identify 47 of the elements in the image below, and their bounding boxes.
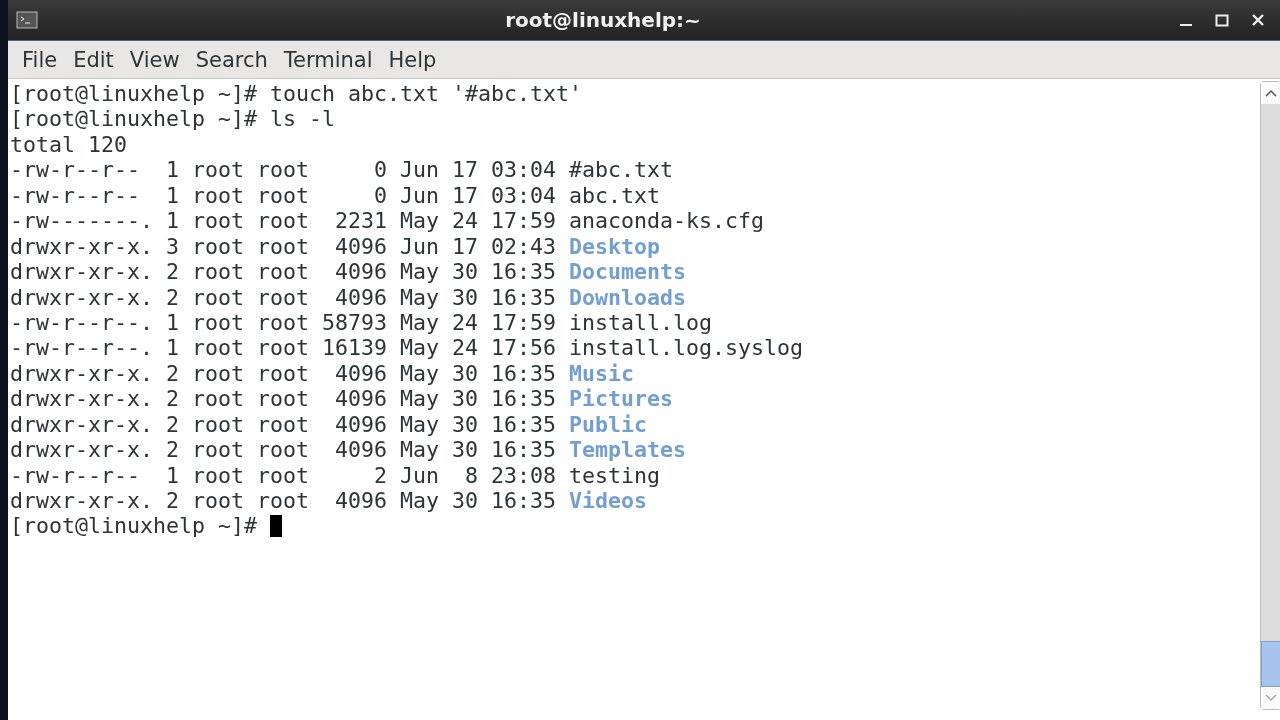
terminal-line: [root@linuxhelp ~]# touch abc.txt '#abc.txt' (10, 81, 583, 106)
menu-item[interactable]: File (14, 47, 66, 72)
menu-item[interactable]: Terminal (275, 47, 381, 72)
file-name: #abc.txt (569, 157, 674, 183)
cursor (270, 515, 282, 538)
file-info: -rw-------. 1 root root 2231 May 24 17:59 (10, 208, 557, 234)
file-info: -rw-r--r--. 1 root root 58793 May 24 17:59 (10, 309, 557, 335)
window-title: root@linuxhelp:~ (504, 8, 702, 32)
file-name: testing (569, 462, 661, 488)
file-info: -rw-r--r-- 1 root root 0 Jun 17 03:04 (10, 157, 557, 183)
file-info: -rw-r--r--. 1 root root 16139 May 24 17:56 (10, 335, 557, 361)
directory-name: Public (569, 411, 648, 437)
file-info: drwxr-xr-x. 2 root root 4096 May 30 16:35 (10, 411, 557, 437)
file-info: drwxr-xr-x. 2 root root 4096 May 30 16:35 (10, 488, 557, 513)
file-info: drwxr-xr-x. 2 root root 4096 May 30 16:35 (10, 284, 557, 310)
file-name: install.log.syslog (569, 335, 804, 361)
menu-item[interactable]: Edit (65, 47, 122, 72)
directory-name: Desktop (569, 233, 661, 259)
menu-item[interactable]: View (121, 47, 188, 72)
directory-name: Pictures (569, 386, 674, 412)
file-info: drwxr-xr-x. 2 root root 4096 May 30 16:35 (10, 360, 557, 386)
terminal-line: total 120 (10, 131, 127, 157)
scroll-up-icon[interactable] (1265, 89, 1277, 97)
terminal-line: [root@linuxhelp ~]# ls -l (10, 106, 335, 132)
directory-name: Templates (569, 437, 687, 463)
directory-name: Music (569, 360, 635, 386)
file-name: abc.txt (569, 182, 661, 208)
minimize-icon (1180, 24, 1192, 26)
terminal-icon (16, 11, 38, 29)
file-info: drwxr-xr-x. 3 root root 4096 Jun 17 02:43 (10, 233, 557, 259)
file-name: anaconda-ks.cfg (569, 208, 765, 234)
file-info: drwxr-xr-x. 2 root root 4096 May 30 16:35 (10, 437, 557, 463)
directory-name: Downloads (569, 284, 687, 310)
file-name: install.log (569, 309, 713, 335)
directory-name: Videos (569, 488, 648, 513)
menu-item[interactable]: Help (380, 47, 445, 72)
prompt: [root@linuxhelp ~]# (10, 513, 258, 539)
file-info: drwxr-xr-x. 2 root root 4096 May 30 16:35 (10, 386, 557, 412)
menu-item[interactable]: Search (187, 47, 276, 72)
file-info: -rw-r--r-- 1 root root 2 Jun 8 23:08 (10, 462, 557, 488)
file-info: drwxr-xr-x. 2 root root 4096 May 30 16:35 (10, 259, 557, 285)
file-info: -rw-r--r-- 1 root root 0 Jun 17 03:04 (10, 182, 557, 208)
maximize-icon (1215, 13, 1229, 27)
scrollbar[interactable] (1260, 81, 1280, 710)
close-icon (1251, 13, 1265, 27)
scroll-thumb[interactable] (1261, 641, 1280, 687)
directory-name: Documents (569, 259, 687, 285)
